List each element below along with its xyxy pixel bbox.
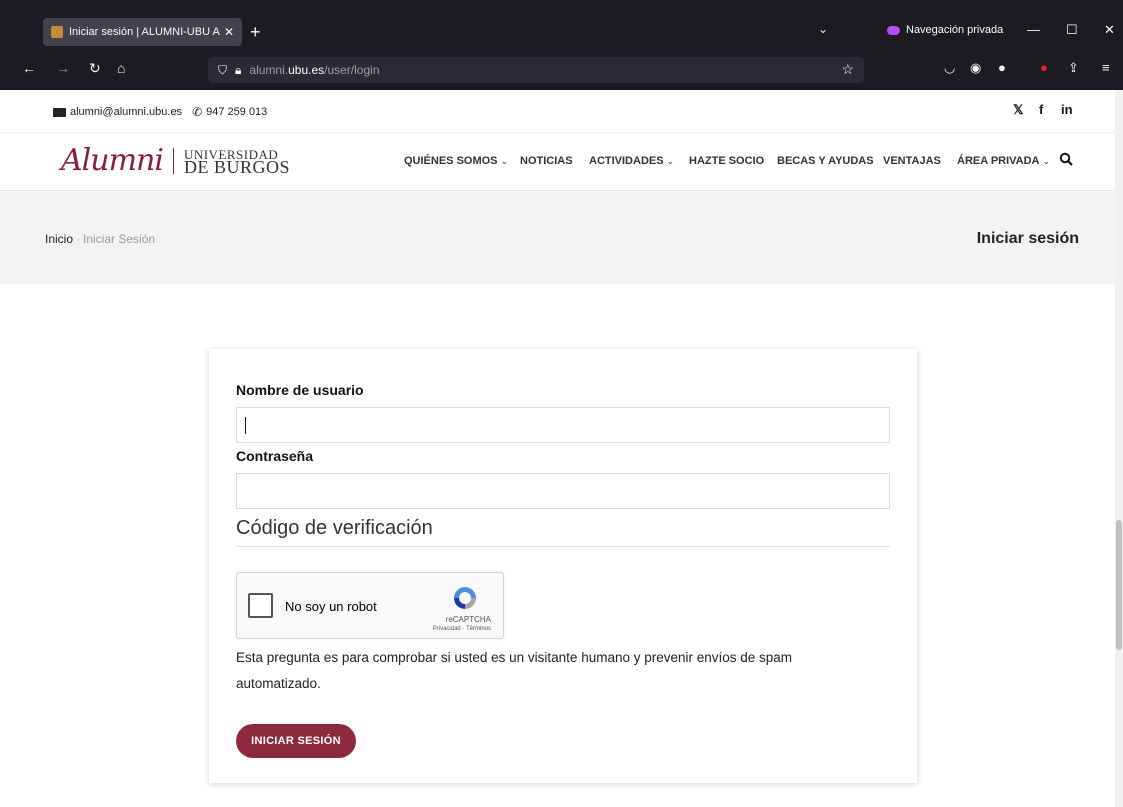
private-browsing-label: Navegación privada (906, 24, 1004, 36)
account-icon[interactable]: ◉ (970, 60, 981, 76)
addon-icon[interactable]: ● (1040, 60, 1048, 75)
site-header: Alumni UNIVERSIDAD DE BURGOS QUIÉNES SOM… (0, 133, 1115, 191)
x-twitter-icon[interactable]: 𝕏 (1013, 102, 1023, 118)
envelope-icon (53, 107, 66, 117)
private-browsing-indicator: Navegación privada (887, 24, 1003, 36)
captcha-section-title: Código de verificación (236, 517, 433, 539)
breadcrumb-home[interactable]: Inicio (45, 232, 73, 246)
recaptcha-label: No soy un robot (285, 599, 377, 614)
contact-info: alumni@alumni.ubu.es ✆ 947 259 013 (53, 105, 267, 119)
lock-icon[interactable]: 🔒︎ (235, 63, 241, 78)
nav-ventajas[interactable]: VENTAJAS (883, 155, 941, 167)
page-title: Iniciar sesión (976, 230, 1079, 247)
extension-icon[interactable]: ● (998, 60, 1006, 75)
tab-close-icon[interactable]: ✕ (224, 25, 234, 39)
phone-icon: ✆ (192, 105, 203, 119)
page-scrollbar[interactable] (1115, 90, 1123, 807)
chevron-down-icon: ⌄ (1042, 156, 1051, 166)
minimize-icon[interactable]: — (1027, 22, 1040, 37)
browser-tab-active[interactable]: Iniciar sesión | ALUMNI-UBU As ✕ (43, 18, 242, 46)
facebook-icon[interactable]: f (1039, 102, 1043, 117)
nav-hazte-socio[interactable]: HAZTE SOCIO (689, 155, 764, 167)
forward-icon[interactable]: → (56, 60, 70, 76)
shield-icon[interactable]: ⛉ (218, 63, 227, 78)
bookmark-star-icon[interactable]: ☆ (841, 61, 854, 78)
scrollbar-thumb[interactable] (1116, 520, 1122, 650)
favicon-icon (51, 26, 63, 38)
reload-icon[interactable]: ↻ (89, 60, 101, 77)
logo-university-line2: DE BURGOS (183, 156, 290, 177)
password-label: Contraseña (236, 448, 314, 464)
chevron-down-icon: ⌄ (500, 156, 509, 166)
nav-noticias[interactable]: NOTICIAS (520, 155, 573, 167)
private-mask-icon (887, 25, 900, 35)
tab-strip: Iniciar sesión | ALUMNI-UBU As ✕ + ⌄ Nav… (0, 0, 1123, 52)
linkedin-icon[interactable]: in (1061, 102, 1073, 117)
home-icon[interactable]: ⌂ (117, 60, 125, 76)
recaptcha-terms-link[interactable]: Privacidad - Términos (433, 626, 491, 632)
browser-chrome: Iniciar sesión | ALUMNI-UBU As ✕ + ⌄ Nav… (0, 0, 1123, 90)
recaptcha-checkbox[interactable] (248, 593, 273, 618)
site-logo[interactable]: Alumni UNIVERSIDAD DE BURGOS (61, 143, 290, 178)
search-icon[interactable] (1059, 152, 1073, 166)
page-banner: Inicio · Iniciar Sesión Iniciar sesión (0, 192, 1115, 284)
nav-actividades[interactable]: ACTIVIDADES ⌄ (589, 155, 674, 167)
back-icon[interactable]: ← (22, 60, 36, 76)
recaptcha-brand: reCAPTCHA (445, 615, 491, 624)
maximize-icon[interactable]: ☐ (1066, 22, 1078, 38)
username-input[interactable] (236, 407, 890, 443)
pocket-icon[interactable]: ◡ (944, 60, 955, 76)
login-submit-button[interactable]: INICIAR SESIÓN (236, 724, 356, 758)
recaptcha-logo-icon (454, 587, 476, 609)
breadcrumb-current: Iniciar Sesión (83, 232, 156, 246)
nav-becas-y-ayudas[interactable]: BECAS Y AYUDAS (777, 155, 874, 167)
url-text[interactable]: alumni.ubu.es/user/login (249, 63, 379, 77)
address-bar[interactable]: ⛉ 🔒︎ alumni.ubu.es/user/login ☆ (208, 57, 864, 83)
section-divider (236, 546, 890, 547)
menu-icon[interactable]: ≡ (1102, 60, 1110, 75)
username-label: Nombre de usuario (236, 382, 364, 398)
password-input[interactable] (236, 473, 890, 509)
nav-quienes-somos[interactable]: QUIÉNES SOMOS ⌄ (404, 155, 508, 167)
logo-alumni-text: Alumni (61, 143, 164, 178)
window-close-icon[interactable]: ✕ (1104, 22, 1115, 38)
chevron-down-icon: ⌄ (666, 156, 675, 166)
page: alumni@alumni.ubu.es ✆ 947 259 013 𝕏 f i… (0, 90, 1123, 807)
contact-phone[interactable]: 947 259 013 (206, 106, 267, 118)
captcha-help-text: Esta pregunta es para comprobar si usted… (236, 650, 793, 691)
logo-university: UNIVERSIDAD DE BURGOS (183, 148, 290, 177)
breadcrumb: Inicio · Iniciar Sesión (45, 232, 155, 246)
nav-area-privada[interactable]: ÁREA PRIVADA ⌄ (957, 155, 1050, 167)
recaptcha-widget: No soy un robot reCAPTCHA Privacidad - T… (236, 572, 504, 639)
login-form: Nombre de usuario Contraseña Código de v… (209, 349, 917, 783)
share-icon[interactable]: ⇪ (1068, 60, 1079, 76)
contact-email[interactable]: alumni@alumni.ubu.es (70, 106, 182, 118)
new-tab-icon[interactable]: + (250, 22, 261, 43)
top-contact-bar: alumni@alumni.ubu.es ✆ 947 259 013 𝕏 f i… (0, 90, 1115, 133)
tab-title: Iniciar sesión | ALUMNI-UBU As (69, 26, 220, 38)
tab-list-icon[interactable]: ⌄ (818, 22, 828, 36)
breadcrumb-separator: · (76, 232, 81, 246)
logo-divider (172, 147, 174, 174)
